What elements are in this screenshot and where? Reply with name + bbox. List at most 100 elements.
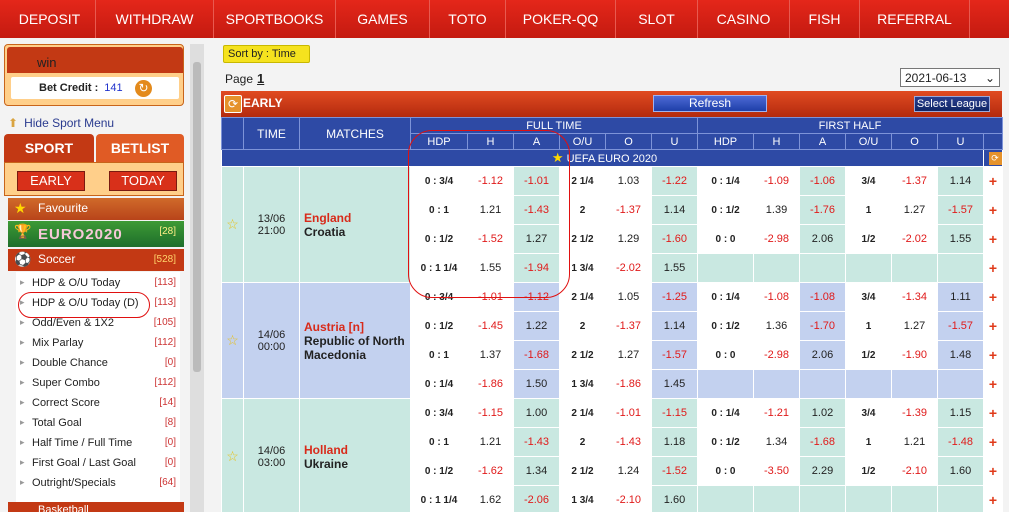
odds-value[interactable]: -1.52 [467,224,514,254]
scrollbar-thumb[interactable] [193,62,201,372]
add-bet-plus-icon[interactable]: + [983,166,1003,196]
odds-value[interactable]: -1.86 [467,369,514,399]
odds-value[interactable]: -1.15 [467,398,514,428]
odds-value[interactable]: -1.94 [513,253,560,283]
odds-value[interactable]: 1.21 [467,195,514,225]
odds-value[interactable]: 1.55 [651,253,698,283]
odds-value[interactable]: 1.55 [467,253,514,283]
date-select[interactable]: 2021-06-13 ⌄ [900,68,1000,87]
odds-value[interactable]: -1.70 [799,311,846,341]
odds-value[interactable]: -1.52 [651,456,698,486]
nav-deposit[interactable]: DEPOSIT [4,0,96,38]
odds-value[interactable]: -1.21 [753,398,800,428]
odds-value[interactable]: -1.68 [799,427,846,457]
euro2020-item[interactable]: 🏆 EURO2020 [28] [8,221,184,247]
odds-value[interactable]: 1.36 [753,311,800,341]
odds-value[interactable]: -1.43 [605,427,652,457]
odds-value[interactable]: 2.06 [799,340,846,370]
odds-value[interactable]: -2.10 [891,456,938,486]
favourite-star-icon[interactable]: ☆ [221,282,244,399]
odds-value[interactable]: 1.60 [937,456,984,486]
odds-value[interactable]: 1.14 [937,166,984,196]
odds-value[interactable]: 1.60 [651,485,698,512]
odds-value[interactable]: -1.37 [891,166,938,196]
odds-value[interactable]: 1.11 [937,282,984,312]
odds-value[interactable]: -2.98 [753,224,800,254]
odds-value[interactable]: 1.37 [467,340,514,370]
odds-value[interactable]: -1.68 [513,340,560,370]
odds-value[interactable]: 1.27 [891,195,938,225]
nav-sportbooks[interactable]: SPORTBOOKS [214,0,336,38]
odds-value[interactable]: -1.86 [605,369,652,399]
odds-value[interactable]: 1.05 [605,282,652,312]
odds-value[interactable]: -1.57 [651,340,698,370]
soccer-submenu-item[interactable]: HDP & O/U Today (D) [113] [16,292,180,312]
add-bet-plus-icon[interactable]: + [983,427,1003,457]
nav-slot[interactable]: SLOT [616,0,698,38]
soccer-submenu-item[interactable]: Half Time / Full Time [0] [16,432,180,452]
odds-value[interactable]: -2.02 [605,253,652,283]
odds-value[interactable]: 1.34 [513,456,560,486]
early-button[interactable]: EARLY [17,171,85,191]
odds-value[interactable]: 1.27 [513,224,560,254]
odds-value[interactable]: 1.39 [753,195,800,225]
add-bet-plus-icon[interactable]: + [983,253,1003,283]
odds-value[interactable]: 1.18 [651,427,698,457]
odds-value[interactable]: -1.60 [651,224,698,254]
nav-toto[interactable]: TOTO [430,0,506,38]
odds-value[interactable]: -1.06 [799,166,846,196]
odds-value[interactable]: -1.25 [651,282,698,312]
odds-value[interactable]: -1.45 [467,311,514,341]
odds-value[interactable]: 1.27 [605,340,652,370]
soccer-submenu-item[interactable]: Correct Score [14] [16,392,180,412]
odds-value[interactable]: -2.06 [513,485,560,512]
odds-value[interactable]: -1.08 [799,282,846,312]
soccer-submenu-item[interactable]: Mix Parlay [112] [16,332,180,352]
odds-value[interactable]: -1.12 [513,282,560,312]
odds-value[interactable]: 1.34 [753,427,800,457]
soccer-submenu-item[interactable]: Double Chance [0] [16,352,180,372]
odds-value[interactable]: -1.90 [891,340,938,370]
odds-value[interactable]: 1.29 [605,224,652,254]
soccer-submenu-item[interactable]: First Goal / Last Goal [0] [16,452,180,472]
odds-value[interactable]: 1.48 [937,340,984,370]
odds-value[interactable]: 1.03 [605,166,652,196]
soccer-submenu-item[interactable]: Odd/Even & 1X2 [105] [16,312,180,332]
soccer-submenu-item[interactable]: Outright/Specials [64] [16,472,180,492]
refresh-button[interactable]: Refresh [653,95,767,112]
odds-value[interactable]: -2.10 [605,485,652,512]
select-league-button[interactable]: Select League [914,96,990,112]
odds-value[interactable]: 1.24 [605,456,652,486]
add-bet-plus-icon[interactable]: + [983,195,1003,225]
odds-value[interactable]: -1.12 [467,166,514,196]
odds-value[interactable]: 1.22 [513,311,560,341]
hide-sport-menu-link[interactable]: ⬆ Hide Sport Menu [8,116,120,130]
odds-value[interactable]: -1.01 [467,282,514,312]
odds-value[interactable]: -1.39 [891,398,938,428]
odds-value[interactable]: -1.62 [467,456,514,486]
odds-value[interactable]: 1.15 [937,398,984,428]
soccer-submenu-item[interactable]: Total Goal [8] [16,412,180,432]
add-bet-plus-icon[interactable]: + [983,398,1003,428]
nav-fish[interactable]: FISH [790,0,860,38]
odds-value[interactable]: 1.45 [651,369,698,399]
nav-games[interactable]: GAMES [336,0,430,38]
nav-casino[interactable]: CASINO [698,0,790,38]
basketball-item[interactable]: Basketball [8,502,184,512]
odds-value[interactable]: -3.50 [753,456,800,486]
odds-value[interactable]: 1.00 [513,398,560,428]
odds-value[interactable]: -1.01 [513,166,560,196]
page-number-link[interactable]: 1 [257,71,264,86]
reload-icon[interactable]: ⟳ [224,95,242,113]
odds-value[interactable]: -2.02 [891,224,938,254]
odds-value[interactable]: 1.14 [651,311,698,341]
refresh-credit-icon[interactable]: ↻ [135,80,152,97]
add-bet-plus-icon[interactable]: + [983,224,1003,254]
odds-value[interactable]: -1.43 [513,427,560,457]
soccer-item[interactable]: ⚽ Soccer [528] [8,249,184,271]
odds-value[interactable]: 1.62 [467,485,514,512]
odds-value[interactable]: 1.21 [891,427,938,457]
odds-value[interactable]: -1.48 [937,427,984,457]
odds-value[interactable]: 1.14 [651,195,698,225]
odds-value[interactable]: -1.08 [753,282,800,312]
